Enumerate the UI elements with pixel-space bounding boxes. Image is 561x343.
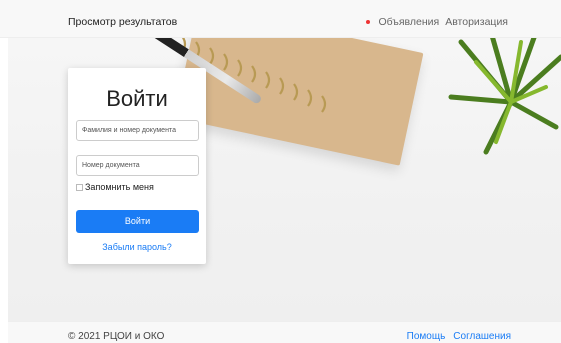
login-title: Войти <box>106 86 168 111</box>
top-navbar: Просмотр результатов Объявления Авториза… <box>0 0 561 38</box>
remember-label: Запомнить меня <box>85 182 154 192</box>
help-link[interactable]: Помощь <box>407 331 446 342</box>
notification-dot-icon <box>366 20 371 24</box>
remember-me[interactable]: Запомнить меня <box>76 182 154 192</box>
login-button[interactable]: Войти <box>76 210 199 233</box>
footer-links: Помощь Соглашения <box>407 331 511 342</box>
hero-background: Войти Запомнить меня Войти Забыли пароль… <box>8 38 561 321</box>
plant-image <box>448 38 561 155</box>
nav-links: Объявления Авторизация <box>366 16 508 28</box>
footer: © 2021 РЦОИ и ОКО Помощь Соглашения <box>8 321 561 343</box>
copyright-text: © 2021 РЦОИ и ОКО <box>68 331 165 342</box>
login-card: Войти Запомнить меня Войти Забыли пароль… <box>68 68 206 264</box>
nav-authorization[interactable]: Авторизация <box>445 16 508 28</box>
nav-announcements[interactable]: Объявления <box>378 16 439 28</box>
surname-document-field[interactable] <box>76 120 199 141</box>
forgot-password-link[interactable]: Забыли пароль? <box>68 242 206 252</box>
document-number-field[interactable] <box>76 155 199 176</box>
agreements-link[interactable]: Соглашения <box>453 331 511 342</box>
brand-title[interactable]: Просмотр результатов <box>68 16 177 28</box>
remember-checkbox[interactable] <box>76 183 83 191</box>
